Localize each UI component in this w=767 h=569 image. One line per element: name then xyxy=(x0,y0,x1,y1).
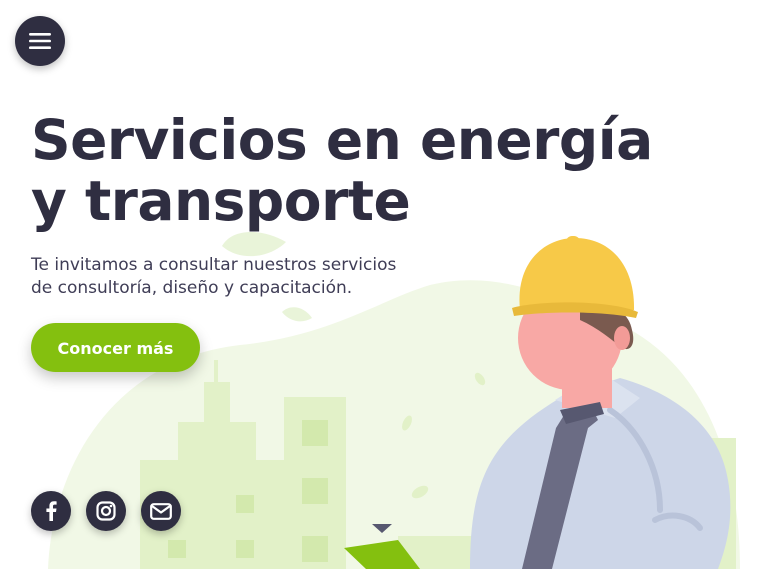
hamburger-menu-icon xyxy=(29,33,51,49)
hero-section: Servicios en energía y transporte Te inv… xyxy=(0,0,767,569)
page-title: Servicios en energía y transporte xyxy=(31,110,751,232)
instagram-link[interactable] xyxy=(86,491,126,531)
facebook-icon xyxy=(46,501,57,521)
social-links xyxy=(31,491,181,531)
facebook-link[interactable] xyxy=(31,491,71,531)
subtitle-line-1: Te invitamos a consultar nuestros servic… xyxy=(31,255,397,275)
subtitle-line-2: de consultoría, diseño y capacitación. xyxy=(31,278,353,298)
title-line-1: Servicios en energía xyxy=(31,108,653,172)
email-icon xyxy=(150,502,172,520)
email-link[interactable] xyxy=(141,491,181,531)
conocer-mas-button[interactable]: Conocer más xyxy=(31,323,200,372)
instagram-icon xyxy=(96,501,116,521)
hero-subtitle: Te invitamos a consultar nuestros servic… xyxy=(31,254,461,300)
title-line-2: y transporte xyxy=(31,169,411,233)
menu-button[interactable] xyxy=(15,16,65,66)
